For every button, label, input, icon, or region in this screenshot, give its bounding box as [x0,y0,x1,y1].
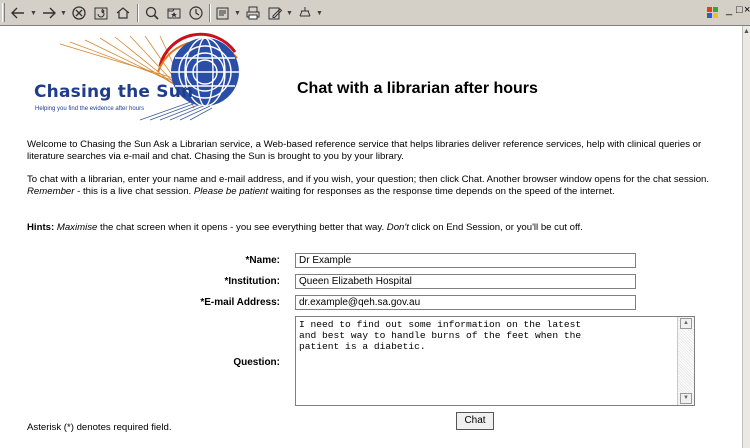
history-icon[interactable] [187,3,205,23]
required-field-note: Asterisk (*) denotes required field. [27,422,172,433]
hints-text: click on End Session, or you'll be cut o… [408,222,583,233]
toolbar-separator [209,4,211,22]
favorites-icon[interactable] [165,3,183,23]
dont-emphasis: Don't [386,222,409,233]
hints-text: the chat screen when it opens - you see … [97,222,387,233]
back-dropdown-icon[interactable]: ▼ [30,10,37,17]
search-icon[interactable] [143,3,161,23]
hints-label: Hints: [27,222,55,233]
edit-icon[interactable] [266,3,284,23]
edit-dropdown-icon[interactable]: ▼ [286,10,293,17]
stop-icon[interactable] [70,3,88,23]
home-icon[interactable] [114,3,132,23]
remember-emphasis: Remember [27,186,75,197]
discuss-icon[interactable] [296,3,314,23]
email-label: *E-mail Address: [200,297,280,308]
refresh-icon[interactable] [92,3,110,23]
chat-button[interactable]: Chat [456,412,494,430]
name-field[interactable]: Dr Example [295,253,636,268]
scroll-down-icon[interactable]: ▼ [680,393,692,404]
toolbar-grip[interactable] [2,3,5,22]
windows-logo-icon [705,3,721,23]
instructions-text: waiting for responses as the response ti… [268,186,615,197]
scroll-up-icon[interactable]: ▲ [680,318,692,329]
instructions-text: - this is a live chat session. [74,186,194,197]
question-textarea[interactable]: I need to find out some information on t… [295,316,695,406]
page-title: Chat with a librarian after hours [297,80,538,97]
discuss-dropdown-icon[interactable]: ▼ [316,10,323,17]
toolbar-separator [137,4,139,22]
mail-icon[interactable] [214,3,232,23]
page-scrollbar[interactable]: ▲ [742,26,750,448]
intro-paragraph: Welcome to Chasing the Sun Ask a Librari… [27,139,702,162]
email-field[interactable]: dr.example@qeh.sa.gov.au [295,295,636,310]
instructions-paragraph: To chat with a librarian, enter your nam… [27,174,737,198]
forward-icon[interactable] [40,3,58,23]
name-label: *Name: [245,255,280,266]
forward-dropdown-icon[interactable]: ▼ [60,10,67,17]
mail-dropdown-icon[interactable]: ▼ [234,10,241,17]
institution-label: *Institution: [224,276,280,287]
minimize-button[interactable]: _ [726,4,732,16]
browser-toolbar: ▼ ▼ ▼ ▼ ▼ _ □ × [0,0,750,26]
back-icon[interactable] [9,3,27,23]
scroll-up-icon[interactable]: ▲ [743,28,750,36]
logo-tagline: Helping you find the evidence after hour… [35,106,145,112]
maximize-button[interactable]: □ [736,4,743,16]
institution-field[interactable]: Queen Elizabeth Hospital [295,274,636,289]
question-scrollbar[interactable]: ▲ ▼ [677,317,694,405]
hints-paragraph: Hints: Maximise the chat screen when it … [27,222,737,234]
question-label: Question: [233,357,280,368]
chasing-the-sun-logo: Chasing the Sun Helping you find the evi… [30,32,240,122]
instructions-text: To chat with a librarian, enter your nam… [27,174,710,185]
print-icon[interactable] [244,3,262,23]
patient-emphasis: Please be patient [193,186,269,197]
logo-title: Chasing the Sun [34,82,194,102]
maximise-emphasis: Maximise [56,222,98,233]
close-button[interactable]: × [744,4,750,16]
